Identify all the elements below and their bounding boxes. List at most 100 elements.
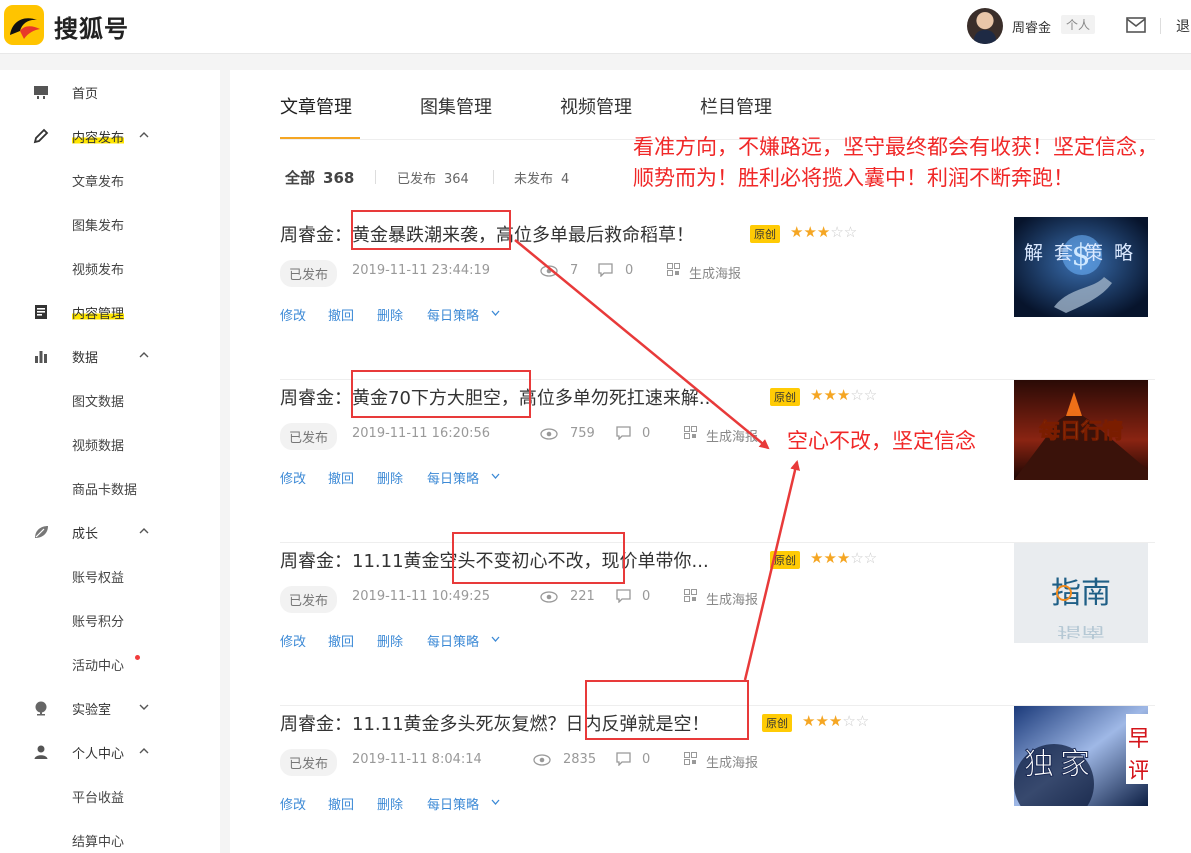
divider xyxy=(1160,18,1161,34)
sidebar-item-account-points[interactable]: 账号积分 xyxy=(0,598,220,642)
chevron-down-icon xyxy=(139,704,149,710)
chevron-up-icon xyxy=(139,352,149,358)
withdraw-button[interactable]: 撤回 xyxy=(328,794,354,813)
delete-button[interactable]: 删除 xyxy=(377,468,403,487)
daily-strategy-dropdown[interactable]: 每日策略 xyxy=(427,468,479,487)
generate-poster-button[interactable]: 生成海报 xyxy=(706,589,758,608)
active-tab-indicator xyxy=(280,137,360,139)
original-badge: 原创 xyxy=(770,388,800,406)
logout-link[interactable]: 退 xyxy=(1176,16,1190,36)
filter-published[interactable]: 已发布 364 xyxy=(397,168,469,187)
sidebar-item-account-rights[interactable]: 账号权益 xyxy=(0,554,220,598)
leaf-icon xyxy=(35,526,48,538)
eye-icon xyxy=(540,591,558,603)
sidebar-item-product-card-data[interactable]: 商品卡数据 xyxy=(0,466,220,510)
tab-article-manage[interactable]: 文章管理 xyxy=(280,93,352,119)
view-count: 2835 xyxy=(563,752,597,767)
generate-poster-button[interactable]: 生成海报 xyxy=(689,263,741,282)
thumbnail-image: 指南 指南 xyxy=(1014,543,1148,643)
rating-stars: ★★★☆☆ xyxy=(810,549,878,567)
qr-code-icon xyxy=(684,589,697,602)
delete-button[interactable]: 删除 xyxy=(377,794,403,813)
filter-count: 4 xyxy=(561,172,570,187)
sidebar-item-label: 结算中心 xyxy=(72,835,125,850)
sidebar-item-label: 图集发布 xyxy=(72,219,125,234)
tab-video-manage[interactable]: 视频管理 xyxy=(560,93,632,119)
annotation-box xyxy=(351,210,511,250)
view-count: 759 xyxy=(570,426,595,441)
sidebar-item-personal-center[interactable]: 个人中心 xyxy=(0,730,220,774)
sidebar-item-article-data[interactable]: 图文数据 xyxy=(0,378,220,422)
document-icon xyxy=(35,305,47,319)
edit-button[interactable]: 修改 xyxy=(280,794,306,813)
filter-all[interactable]: 全部 368 xyxy=(285,167,354,188)
avatar[interactable] xyxy=(967,8,1003,44)
title-prefix: 周睿金：11.11黄金 xyxy=(280,551,440,572)
sidebar-item-video-publish[interactable]: 视频发布 xyxy=(0,246,220,290)
chevron-down-icon xyxy=(491,799,500,805)
sidebar-item-label: 实验室 xyxy=(72,703,112,718)
qr-code-icon xyxy=(667,263,680,276)
sidebar-item-label: 内容管理 xyxy=(72,303,125,322)
delete-button[interactable]: 删除 xyxy=(377,305,403,324)
divider xyxy=(493,170,494,184)
article-thumbnail[interactable]: 独家 早 评 xyxy=(1014,706,1148,806)
thumbnail-image: $ 解套策略 xyxy=(1014,217,1148,317)
svg-text:早: 早 xyxy=(1128,727,1148,752)
status-badge: 已发布 xyxy=(280,749,338,776)
delete-button[interactable]: 删除 xyxy=(377,631,403,650)
user-name[interactable]: 周睿金 xyxy=(1012,17,1051,36)
edit-button[interactable]: 修改 xyxy=(280,468,306,487)
edit-button[interactable]: 修改 xyxy=(280,631,306,650)
sidebar-item-label: 图文数据 xyxy=(72,395,125,410)
generate-poster-button[interactable]: 生成海报 xyxy=(706,752,758,771)
fox-logo-icon xyxy=(10,18,40,39)
sidebar-item-lab[interactable]: 实验室 xyxy=(0,686,220,730)
sidebar-item-activity-center[interactable]: 活动中心 xyxy=(0,642,220,686)
withdraw-button[interactable]: 撤回 xyxy=(328,305,354,324)
sidebar-item-content-manage[interactable]: 内容管理 xyxy=(0,290,220,334)
comment-count: 0 xyxy=(642,752,651,767)
annotation-callout: 空心不改，坚定信念 xyxy=(787,429,976,453)
withdraw-button[interactable]: 撤回 xyxy=(328,631,354,650)
daily-strategy-dropdown[interactable]: 每日策略 xyxy=(427,794,479,813)
sidebar-item-platform-income[interactable]: 平台收益 xyxy=(0,774,220,818)
withdraw-button[interactable]: 撤回 xyxy=(328,468,354,487)
annotation-box xyxy=(351,370,531,418)
article-thumbnail[interactable]: 指南 指南 xyxy=(1014,543,1148,643)
sidebar-item-video-data[interactable]: 视频数据 xyxy=(0,422,220,466)
sidebar-item-home[interactable]: 首页 xyxy=(0,70,220,114)
daily-strategy-dropdown[interactable]: 每日策略 xyxy=(427,631,479,650)
article-thumbnail[interactable]: $ 解套策略 xyxy=(1014,217,1148,317)
chevron-down-icon xyxy=(491,473,500,479)
view-count: 7 xyxy=(570,263,579,278)
sidebar-item-gallery-publish[interactable]: 图集发布 xyxy=(0,202,220,246)
generate-poster-button[interactable]: 生成海报 xyxy=(706,426,758,445)
title-prefix: 周睿金： xyxy=(280,225,352,246)
rating-stars: ★★★☆☆ xyxy=(790,223,858,241)
comment-icon xyxy=(598,263,613,277)
original-badge: 原创 xyxy=(750,225,780,243)
daily-strategy-dropdown[interactable]: 每日策略 xyxy=(427,305,479,324)
comment-count: 0 xyxy=(625,263,634,278)
thumbnail-caption: 指南 xyxy=(1051,576,1111,611)
sidebar-item-content-publish[interactable]: 内容发布 xyxy=(0,114,220,158)
tab-gallery-manage[interactable]: 图集管理 xyxy=(420,93,492,119)
publish-time: 2019-11-11 8:04:14 xyxy=(352,752,482,767)
sidebar-item-data[interactable]: 数据 xyxy=(0,334,220,378)
rating-stars: ★★★☆☆ xyxy=(810,386,878,404)
comment-icon xyxy=(616,589,631,603)
edit-button[interactable]: 修改 xyxy=(280,305,306,324)
article-thumbnail[interactable]: 每日行情 xyxy=(1014,380,1148,480)
sidebar-item-settlement-center[interactable]: 结算中心 xyxy=(0,818,220,853)
tab-column-manage[interactable]: 栏目管理 xyxy=(700,93,772,119)
publish-time: 2019-11-11 10:49:25 xyxy=(352,589,491,604)
thumbnail-image: 每日行情 xyxy=(1014,380,1148,480)
sohu-logo[interactable] xyxy=(4,5,44,45)
mail-icon[interactable] xyxy=(1126,17,1146,33)
filter-unpublished[interactable]: 未发布 4 xyxy=(514,168,569,187)
sidebar-item-growth[interactable]: 成长 xyxy=(0,510,220,554)
annotation-slogan: 看准方向，不嫌路远，坚守最终都会有收获！坚定信念，顺势而为！胜利必将揽入囊中！利… xyxy=(633,135,1158,190)
chevron-up-icon xyxy=(139,132,149,138)
sidebar-item-article-publish[interactable]: 文章发布 xyxy=(0,158,220,202)
